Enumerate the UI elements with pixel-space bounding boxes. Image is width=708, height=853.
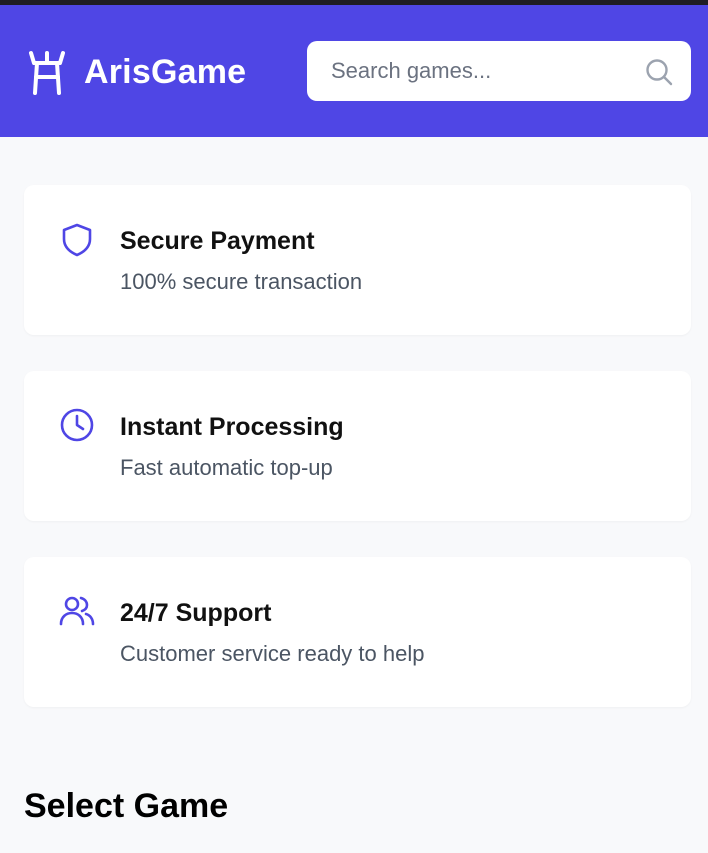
- shield-icon: [62, 223, 92, 257]
- feature-description: Customer service ready to help: [120, 641, 425, 666]
- section-title-select-game: Select Game: [24, 787, 229, 825]
- feature-card-instant-processing: Instant Processing Fast automatic top-up: [24, 371, 691, 521]
- search-box: [307, 41, 691, 101]
- feature-card-secure-payment: Secure Payment 100% secure transaction: [24, 185, 691, 335]
- feature-title: Secure Payment: [120, 227, 315, 255]
- feature-card-support: 24/7 Support Customer service ready to h…: [24, 557, 691, 707]
- search-input[interactable]: [307, 41, 627, 101]
- feature-title: 24/7 Support: [120, 599, 272, 627]
- feature-description: 100% secure transaction: [120, 269, 363, 294]
- brand-logo[interactable]: ArisGame: [28, 49, 246, 95]
- users-icon: [59, 596, 95, 626]
- brand-name: ArisGame: [84, 53, 247, 91]
- clock-icon: [60, 408, 94, 442]
- feature-title: Instant Processing: [120, 413, 344, 441]
- tower-icon: [29, 51, 65, 95]
- site-header: ArisGame: [0, 5, 708, 137]
- feature-description: Fast automatic top-up: [120, 455, 333, 480]
- search-icon[interactable]: [645, 58, 673, 86]
